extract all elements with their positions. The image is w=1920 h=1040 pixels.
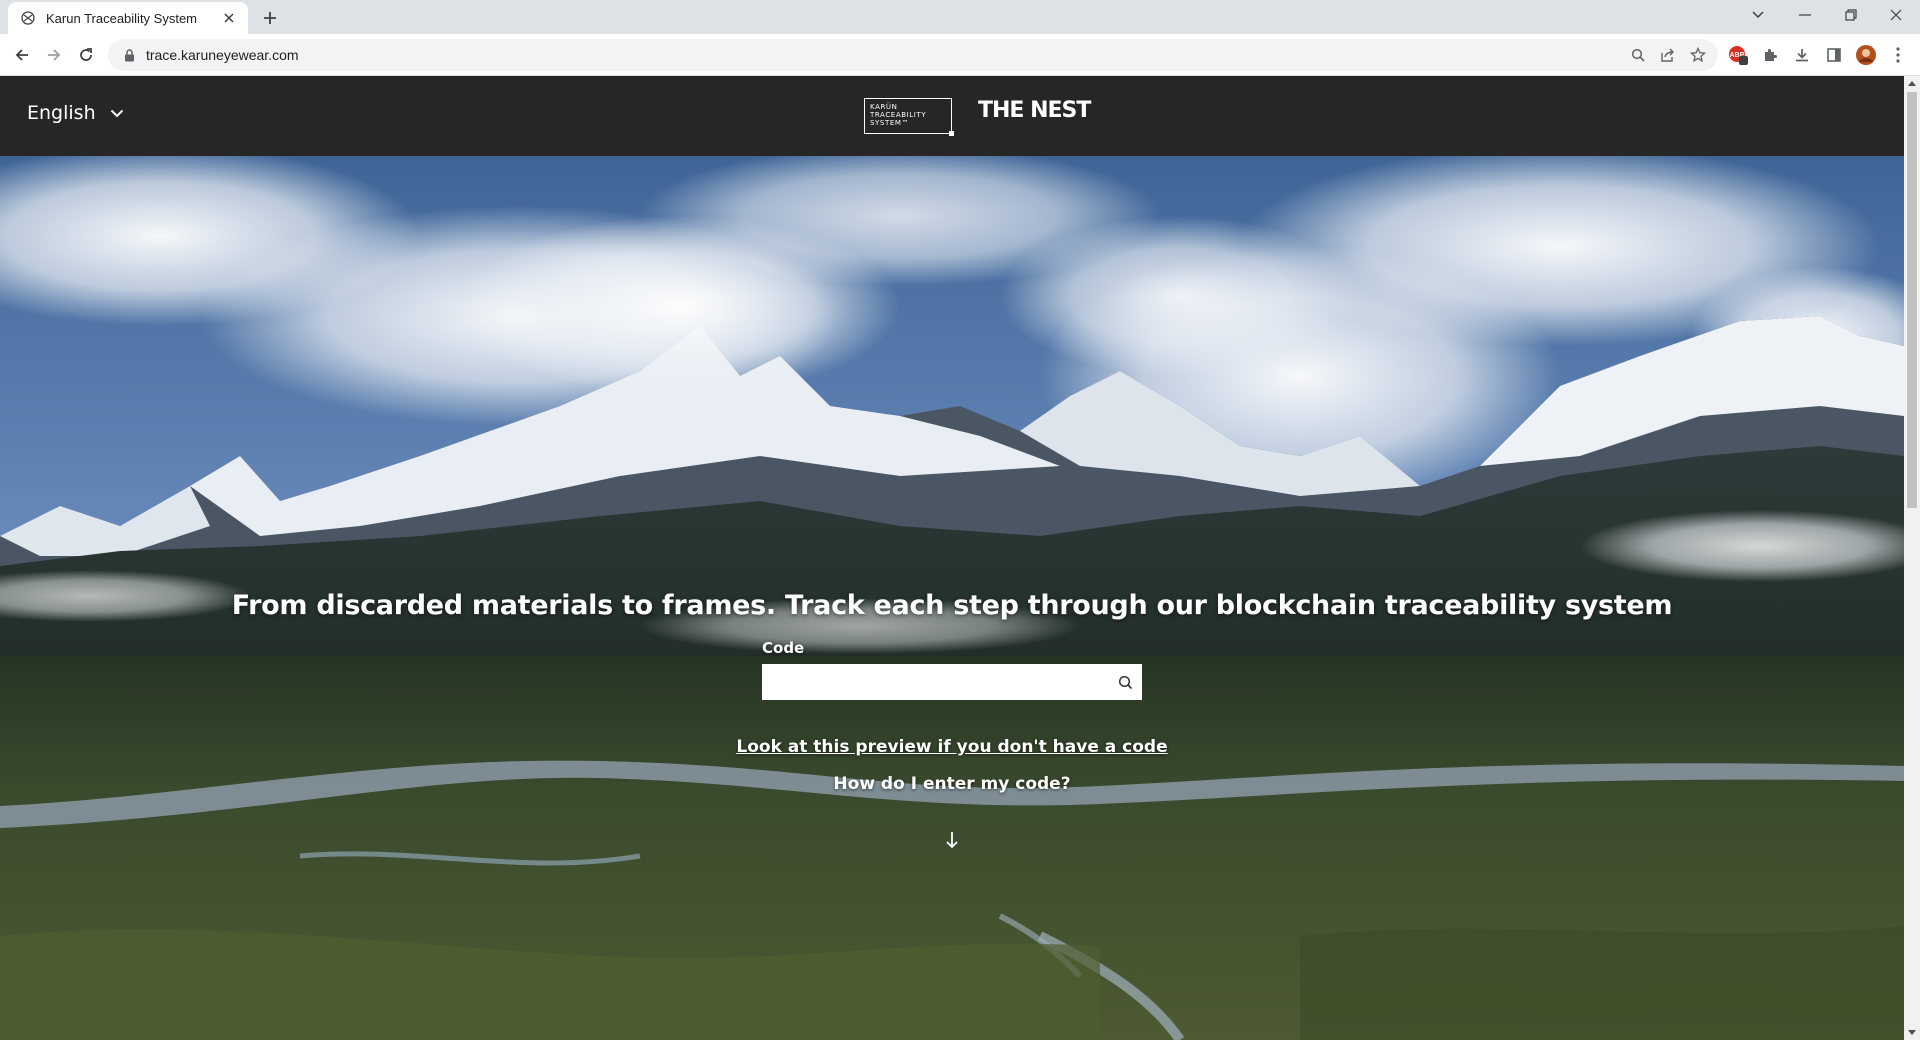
close-tab-icon[interactable] (220, 9, 238, 27)
browser-menu-icon[interactable] (1884, 41, 1912, 69)
reload-icon[interactable] (72, 41, 100, 69)
browser-tab-strip: Karun Traceability System (0, 0, 1920, 34)
karun-traceability-logo[interactable]: KARÜN TRACEABILITY SYSTEM™ (864, 98, 954, 136)
minimize-icon[interactable] (1782, 0, 1828, 30)
new-tab-icon[interactable] (258, 6, 282, 30)
logo-dot (949, 131, 954, 136)
adblock-extension-icon[interactable]: ABP (1724, 41, 1752, 69)
page-viewport: English KARÜN TRACEABILITY SYSTEM™ THE N… (0, 76, 1920, 1040)
scrollbar-thumb[interactable] (1907, 92, 1917, 508)
language-selector[interactable]: English (27, 102, 124, 124)
favicon-icon (20, 10, 36, 26)
logo-karun-line-2: TRACEABILITY (870, 111, 927, 119)
browser-tab-active[interactable]: Karun Traceability System (8, 2, 248, 34)
url-text: trace.karuneyewear.com (146, 47, 299, 63)
search-icon[interactable] (1108, 664, 1142, 700)
lock-icon[interactable] (122, 48, 136, 62)
forward-icon[interactable] (40, 41, 68, 69)
language-label: English (27, 102, 96, 124)
extensions-puzzle-icon[interactable] (1756, 41, 1784, 69)
hero-headline: From discarded materials to frames. Trac… (231, 590, 1673, 621)
profile-avatar-icon[interactable] (1852, 41, 1880, 69)
code-search-box (762, 664, 1142, 700)
tab-title: Karun Traceability System (46, 10, 198, 26)
logo-karun-line-1: KARÜN (870, 103, 898, 111)
address-bar[interactable]: trace.karuneyewear.com (108, 39, 1718, 71)
preview-link[interactable]: Look at this preview if you don't have a… (0, 737, 1904, 757)
scroll-down-arrow-icon[interactable] (944, 830, 960, 850)
restore-icon[interactable] (1828, 0, 1874, 30)
zoom-icon[interactable] (1626, 43, 1650, 67)
logo-karun-line-3: SYSTEM™ (870, 119, 910, 127)
browser-toolbar: trace.karuneyewear.com ABP (0, 34, 1920, 76)
side-panel-icon[interactable] (1820, 41, 1848, 69)
share-icon[interactable] (1656, 43, 1680, 67)
tab-search-chevron-icon[interactable] (1735, 0, 1781, 30)
how-to-enter-code-link[interactable]: How do I enter my code? (0, 774, 1904, 794)
back-icon[interactable] (8, 41, 36, 69)
code-input[interactable] (762, 664, 1108, 700)
the-nest-logo[interactable]: THE NEST (978, 98, 1091, 123)
page-scrollbar[interactable] (1904, 76, 1920, 1040)
code-label: Code (762, 639, 805, 657)
scroll-down-arrow-small-icon[interactable] (1904, 1026, 1920, 1040)
chevron-down-icon (110, 109, 124, 118)
bookmark-star-icon[interactable] (1686, 43, 1710, 67)
site-header: English KARÜN TRACEABILITY SYSTEM™ THE N… (0, 76, 1904, 156)
scroll-up-arrow-icon[interactable] (1904, 76, 1920, 90)
download-icon[interactable] (1788, 41, 1816, 69)
close-window-icon[interactable] (1873, 0, 1919, 30)
